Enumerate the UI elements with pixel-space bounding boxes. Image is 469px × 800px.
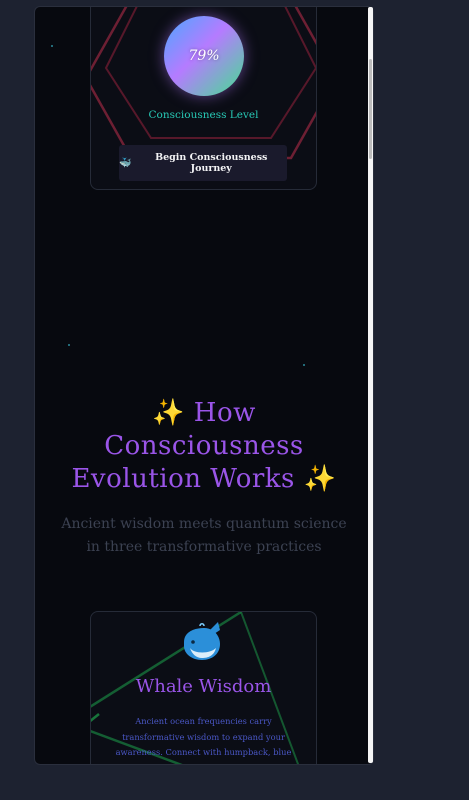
vertical-scrollbar[interactable]	[368, 7, 373, 763]
app-viewport: 79% Consciousness Level 🐳 Begin Consciou…	[34, 6, 374, 765]
whale-emoji-icon: 🐳	[119, 157, 132, 169]
how-it-works-subtitle: Ancient wisdom meets quantum science in …	[61, 516, 347, 555]
whale-icon	[184, 622, 220, 660]
begin-journey-button[interactable]: 🐳 Begin Consciousness Journey	[119, 145, 287, 181]
star-dot	[51, 45, 53, 47]
whale-wisdom-description: Ancient ocean frequencies carry transfor…	[115, 716, 292, 764]
consciousness-card: 79% Consciousness Level 🐳 Begin Consciou…	[90, 7, 317, 190]
star-dot	[303, 364, 305, 366]
how-it-works-title-text: How Consciousness Evolution Works	[71, 398, 304, 494]
scrollbar-thumb[interactable]	[369, 59, 372, 159]
begin-journey-label: Begin Consciousness Journey	[155, 152, 268, 174]
sparkle-icon: ✨	[152, 398, 185, 428]
whale-wisdom-title: Whale Wisdom	[135, 676, 272, 697]
sparkle-icon: ✨	[303, 464, 337, 494]
how-it-works-title: ✨ How Consciousness Evolution Works ✨	[35, 397, 373, 496]
consciousness-level-label: Consciousness Level	[148, 109, 259, 121]
consciousness-level-orb: 79%	[164, 16, 244, 96]
consciousness-level-value: 79%	[188, 48, 220, 64]
star-dot	[68, 344, 70, 346]
whale-wisdom-card[interactable]: Whale Wisdom Ancient ocean frequencies c…	[90, 611, 317, 764]
